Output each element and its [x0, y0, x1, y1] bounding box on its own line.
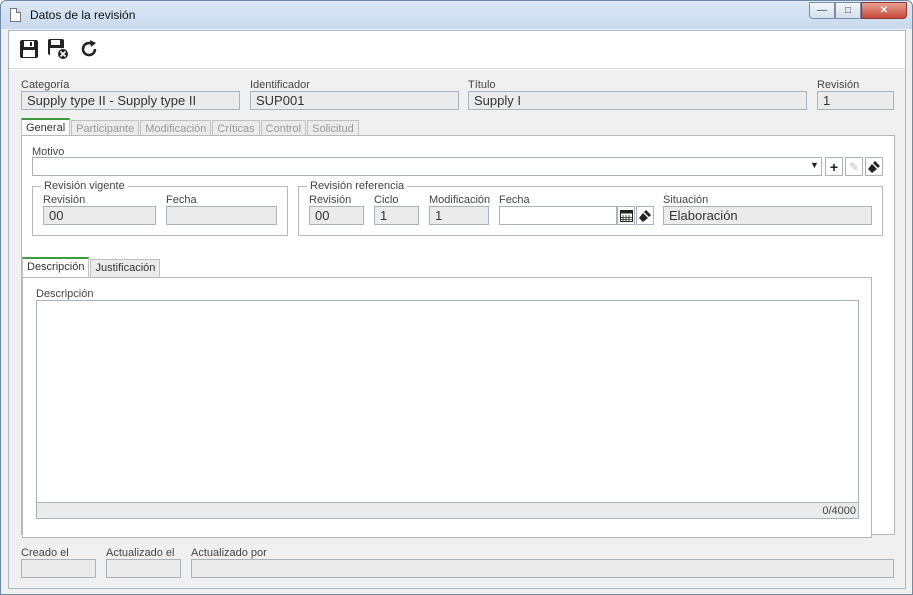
close-icon: ✕ [879, 5, 889, 16]
modificacion-field[interactable]: 1 [429, 206, 489, 225]
dialog-content: Categoría Supply type II - Supply type I… [8, 30, 906, 589]
dialog-window: Datos de la revisión — □ ✕ Categoría Sup… [0, 0, 913, 595]
save-and-close-button[interactable] [46, 37, 70, 61]
creado-label: Creado el [21, 547, 69, 559]
ciclo-label: Ciclo [374, 194, 399, 206]
maximize-icon: □ [844, 5, 852, 16]
titulo-field[interactable]: Supply I [468, 91, 807, 110]
sub-tabs: Descripción Justificación [22, 257, 161, 277]
categoria-field[interactable]: Supply type II - Supply type II [21, 91, 240, 110]
clear-fecha-button[interactable] [636, 206, 654, 225]
maximize-button[interactable]: □ [835, 2, 861, 19]
close-button[interactable]: ✕ [861, 2, 907, 19]
descripcion-textarea[interactable] [36, 300, 859, 519]
modificacion-label: Modificación [429, 194, 491, 206]
revision-field[interactable]: 1 [817, 91, 894, 110]
motivo-select[interactable] [32, 157, 822, 176]
chevron-down-icon[interactable]: ▼ [810, 160, 819, 170]
minimize-icon: — [817, 5, 827, 16]
revision-vigente-group: Revisión vigente Revisión 00 Fecha [32, 180, 288, 236]
counter-bar: 0/4000 [36, 502, 859, 519]
revision-referencia-group: Revisión referencia Revisión 00 Ciclo 1 … [298, 180, 883, 236]
minimize-button[interactable]: — [809, 2, 835, 19]
brush-icon [868, 160, 880, 173]
vigente-revision-label: Revisión [43, 194, 86, 206]
refresh-button[interactable] [77, 37, 101, 61]
pencil-icon: ✎ [848, 159, 860, 174]
plus-icon: + [829, 158, 839, 175]
referencia-revision-label: Revisión [309, 194, 352, 206]
creado-field[interactable] [21, 559, 96, 578]
char-counter: 0/4000 [822, 505, 856, 517]
revision-vigente-title: Revisión vigente [41, 180, 128, 192]
ciclo-field[interactable]: 1 [374, 206, 419, 225]
window-controls: — □ ✕ [809, 2, 907, 19]
subtab-descripcion[interactable]: Descripción [22, 257, 90, 277]
edit-motivo-button[interactable]: ✎ [845, 157, 863, 176]
calendar-icon [619, 210, 633, 222]
referencia-fecha-field[interactable] [499, 206, 617, 225]
vigente-fecha-field[interactable] [166, 206, 277, 225]
save-button[interactable] [17, 37, 41, 61]
save-icon [20, 40, 38, 58]
brush-icon [639, 209, 651, 222]
revision-referencia-title: Revisión referencia [307, 180, 408, 192]
descripcion-label: Descripción [36, 288, 94, 300]
titulo-label: Título [468, 79, 496, 91]
title-bar[interactable]: Datos de la revisión — □ ✕ [1, 1, 912, 29]
actualizado-label: Actualizado el [106, 547, 175, 559]
situacion-field[interactable]: Elaboración [663, 206, 872, 225]
referencia-fecha-label: Fecha [499, 194, 530, 206]
actualizado-por-label: Actualizado por [191, 547, 267, 559]
identificador-label: Identificador [250, 79, 310, 91]
vigente-revision-field[interactable]: 00 [43, 206, 156, 225]
subtab-justificacion[interactable]: Justificación [90, 259, 161, 277]
window-title: Datos de la revisión [30, 8, 136, 22]
identificador-field[interactable]: SUP001 [250, 91, 459, 110]
toolbar [9, 31, 905, 69]
categoria-label: Categoría [21, 79, 70, 91]
revision-label: Revisión [817, 79, 860, 91]
calendar-button[interactable] [617, 206, 635, 225]
general-panel: Motivo ▼ + ✎ Revisión vigente Revisión 0… [21, 135, 895, 538]
refresh-icon [81, 40, 97, 57]
add-motivo-button[interactable]: + [825, 157, 843, 176]
document-icon [10, 8, 21, 22]
actualizado-por-field[interactable] [191, 559, 894, 578]
form-area: Categoría Supply type II - Supply type I… [9, 70, 905, 588]
referencia-revision-field[interactable]: 00 [309, 206, 364, 225]
actualizado-field[interactable] [106, 559, 181, 578]
descripcion-panel: Descripción 0/4000 [22, 277, 872, 538]
vigente-fecha-label: Fecha [166, 194, 197, 206]
save-close-icon [48, 39, 69, 60]
clear-motivo-button[interactable] [865, 157, 883, 176]
situacion-label: Situación [663, 194, 709, 206]
